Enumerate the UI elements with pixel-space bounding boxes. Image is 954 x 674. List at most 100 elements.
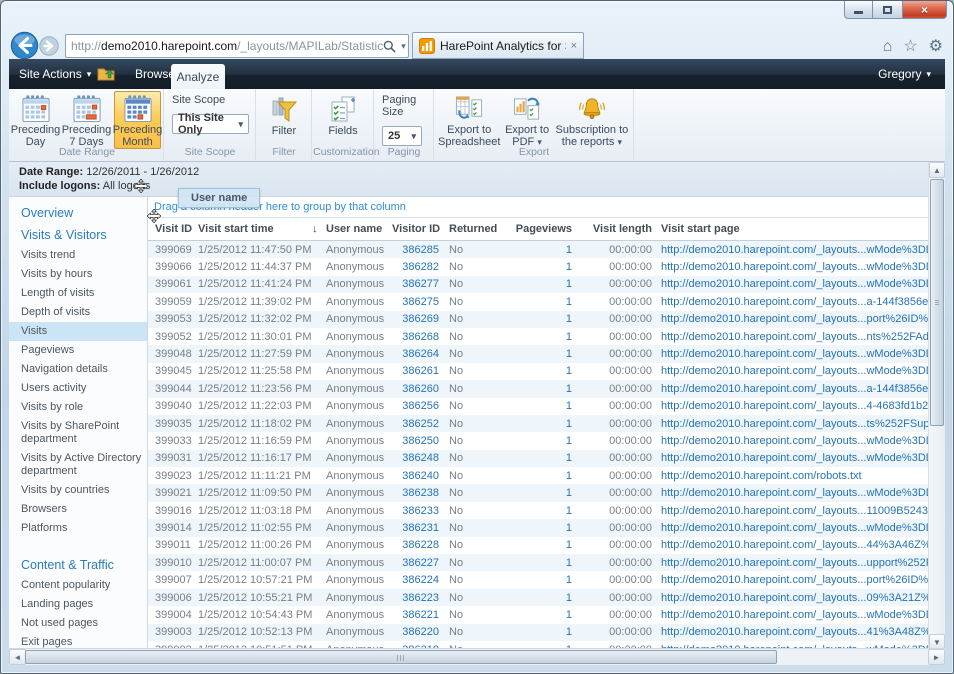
forward-button[interactable]	[39, 36, 59, 56]
visitor-id-link[interactable]: 386277	[392, 278, 449, 290]
horizontal-scrollbar-thumb[interactable]	[25, 650, 777, 664]
visitor-id-link[interactable]: 386224	[392, 574, 449, 586]
sidebar-item[interactable]: Length of visits	[9, 284, 147, 303]
table-row[interactable]: 399044 1/25/2012 11:23:56 PM Anonymous 3…	[148, 380, 945, 397]
table-row[interactable]: 399021 1/25/2012 11:09:50 PM Anonymous 3…	[148, 484, 945, 501]
sidebar-item[interactable]: Exit pages	[9, 633, 147, 648]
window-close-button[interactable]: ×	[902, 1, 947, 19]
sidebar-item[interactable]: Visits	[9, 322, 147, 341]
visit-start-page-link[interactable]: http://demo2010.harepoint.com/_layouts..…	[655, 383, 945, 395]
pageviews-link[interactable]: 1	[511, 383, 574, 395]
visit-start-page-link[interactable]: http://demo2010.harepoint.com/_layouts..…	[655, 400, 945, 412]
table-row[interactable]: 399007 1/25/2012 10:57:21 PM Anonymous 3…	[148, 571, 945, 588]
pageviews-link[interactable]: 1	[511, 365, 574, 377]
pageviews-link[interactable]: 1	[511, 261, 574, 273]
sidebar-item[interactable]: Landing pages	[9, 595, 147, 614]
pageviews-link[interactable]: 1	[511, 418, 574, 430]
visitor-id-link[interactable]: 386252	[392, 418, 449, 430]
table-row[interactable]: 399023 1/25/2012 11:11:21 PM Anonymous 3…	[148, 467, 945, 484]
table-row[interactable]: 399014 1/25/2012 11:02:55 PM Anonymous 3…	[148, 519, 945, 536]
table-row[interactable]: 399048 1/25/2012 11:27:59 PM Anonymous 3…	[148, 345, 945, 362]
scroll-up-icon[interactable]: ▲	[929, 162, 945, 178]
visit-start-page-link[interactable]: http://demo2010.harepoint.com/_layouts..…	[655, 522, 945, 534]
visit-start-page-link[interactable]: http://demo2010.harepoint.com/_layouts..…	[655, 418, 945, 430]
table-row[interactable]: 399003 1/25/2012 10:52:13 PM Anonymous 3…	[148, 624, 945, 641]
table-row[interactable]: 399011 1/25/2012 11:00:26 PM Anonymous 3…	[148, 537, 945, 554]
vertical-scrollbar-thumb[interactable]	[930, 179, 944, 426]
visit-start-page-link[interactable]: http://demo2010.harepoint.com/_layouts..…	[655, 557, 945, 569]
pageviews-link[interactable]: 1	[511, 348, 574, 360]
pageviews-link[interactable]: 1	[511, 539, 574, 551]
sidebar-item[interactable]: Users activity	[9, 379, 147, 398]
visitor-id-link[interactable]: 386256	[392, 400, 449, 412]
search-icon[interactable]	[383, 40, 396, 53]
visit-start-page-link[interactable]: http://demo2010.harepoint.com/_layouts..…	[655, 539, 945, 551]
user-menu[interactable]: Gregory ▾	[878, 67, 931, 81]
sidebar-item[interactable]: Visits by countries	[9, 481, 147, 500]
scroll-left-icon[interactable]: ◄	[9, 649, 26, 665]
table-row[interactable]: 399004 1/25/2012 10:54:43 PM Anonymous 3…	[148, 606, 945, 623]
favorites-icon[interactable]: ☆	[903, 39, 917, 55]
visitor-id-link[interactable]: 386223	[392, 592, 449, 604]
visit-start-page-link[interactable]: http://demo2010.harepoint.com/_layouts..…	[655, 348, 945, 360]
visitor-id-link[interactable]: 386228	[392, 539, 449, 551]
visitor-id-link[interactable]: 386285	[392, 244, 449, 256]
table-row[interactable]: 399006 1/25/2012 10:55:21 PM Anonymous 3…	[148, 589, 945, 606]
paging-size-dropdown[interactable]: 25 ▾	[382, 126, 422, 146]
column-header-visit-length[interactable]: Visit length	[574, 223, 655, 235]
export-to-spreadsheet-button[interactable]: Export to Spreadsheet	[437, 91, 501, 149]
pageviews-link[interactable]: 1	[511, 400, 574, 412]
pageviews-link[interactable]: 1	[511, 626, 574, 638]
visit-start-page-link[interactable]: http://demo2010.harepoint.com/_layouts..…	[655, 296, 945, 308]
table-row[interactable]: 399031 1/25/2012 11:16:17 PM Anonymous 3…	[148, 450, 945, 467]
sidebar-item[interactable]: Not used pages	[9, 614, 147, 633]
visitor-id-link[interactable]: 386240	[392, 470, 449, 482]
visit-start-page-link[interactable]: http://demo2010.harepoint.com/_layouts..…	[655, 505, 945, 517]
sidebar-item[interactable]: Browsers	[9, 500, 147, 519]
visitor-id-link[interactable]: 386233	[392, 505, 449, 517]
back-button[interactable]	[10, 31, 39, 60]
visit-start-page-link[interactable]: http://demo2010.harepoint.com/_layouts..…	[655, 487, 945, 499]
table-row[interactable]: 399053 1/25/2012 11:32:02 PM Anonymous 3…	[148, 311, 945, 328]
sidebar-item[interactable]: Content popularity	[9, 576, 147, 595]
pageviews-link[interactable]: 1	[511, 244, 574, 256]
pageviews-link[interactable]: 1	[511, 313, 574, 325]
tab-analyze[interactable]: Analyze	[171, 64, 225, 89]
visitor-id-link[interactable]: 386248	[392, 452, 449, 464]
visit-start-page-link[interactable]: http://demo2010.harepoint.com/_layouts..…	[655, 452, 945, 464]
table-row[interactable]: 399033 1/25/2012 11:16:59 PM Anonymous 3…	[148, 432, 945, 449]
pageviews-link[interactable]: 1	[511, 452, 574, 464]
visit-start-page-link[interactable]: http://demo2010.harepoint.com/_layouts..…	[655, 574, 945, 586]
table-row[interactable]: 399002 1/25/2012 10:51:51 PM Anonymous 3…	[148, 641, 945, 648]
horizontal-scrollbar[interactable]: ◄ ►	[9, 648, 945, 665]
visitor-id-link[interactable]: 386261	[392, 365, 449, 377]
table-row[interactable]: 399059 1/25/2012 11:39:02 PM Anonymous 3…	[148, 293, 945, 310]
column-header-visit-start-page[interactable]: Visit start page	[655, 223, 945, 235]
sidebar-item[interactable]: Visits & Visitors	[9, 224, 147, 246]
pageviews-link[interactable]: 1	[511, 435, 574, 447]
subscription-button[interactable]: Subscription to the reports ▾	[553, 91, 631, 149]
visit-start-page-link[interactable]: http://demo2010.harepoint.com/_layouts..…	[655, 278, 945, 290]
sidebar-item[interactable]: Navigation details	[9, 360, 147, 379]
table-row[interactable]: 399052 1/25/2012 11:30:01 PM Anonymous 3…	[148, 328, 945, 345]
sidebar-item[interactable]: Visits by hours	[9, 265, 147, 284]
visitor-id-link[interactable]: 386268	[392, 331, 449, 343]
visitor-id-link[interactable]: 386227	[392, 557, 449, 569]
pageviews-link[interactable]: 1	[511, 278, 574, 290]
visit-start-page-link[interactable]: http://demo2010.harepoint.com/_layouts..…	[655, 244, 945, 256]
filter-button[interactable]: Filter	[260, 91, 308, 149]
pageviews-link[interactable]: 1	[511, 505, 574, 517]
sidebar-item[interactable]: Platforms	[9, 519, 147, 538]
table-row[interactable]: 399066 1/25/2012 11:44:37 PM Anonymous 3…	[148, 258, 945, 275]
visit-start-page-link[interactable]: http://demo2010.harepoint.com/_layouts..…	[655, 435, 945, 447]
visitor-id-link[interactable]: 386269	[392, 313, 449, 325]
sidebar-item[interactable]: Overview	[9, 202, 147, 224]
visitor-id-link[interactable]: 386275	[392, 296, 449, 308]
visitor-id-link[interactable]: 386250	[392, 435, 449, 447]
sort-descending-icon[interactable]: ↓	[312, 223, 326, 235]
settings-icon[interactable]: ⚙	[929, 39, 943, 55]
visitor-id-link[interactable]: 386221	[392, 609, 449, 621]
tab-browse[interactable]: Browse	[135, 67, 175, 81]
visitor-id-link[interactable]: 386282	[392, 261, 449, 273]
browser-tab[interactable]: HarePoint Analytics for Sha... ×	[412, 32, 584, 59]
